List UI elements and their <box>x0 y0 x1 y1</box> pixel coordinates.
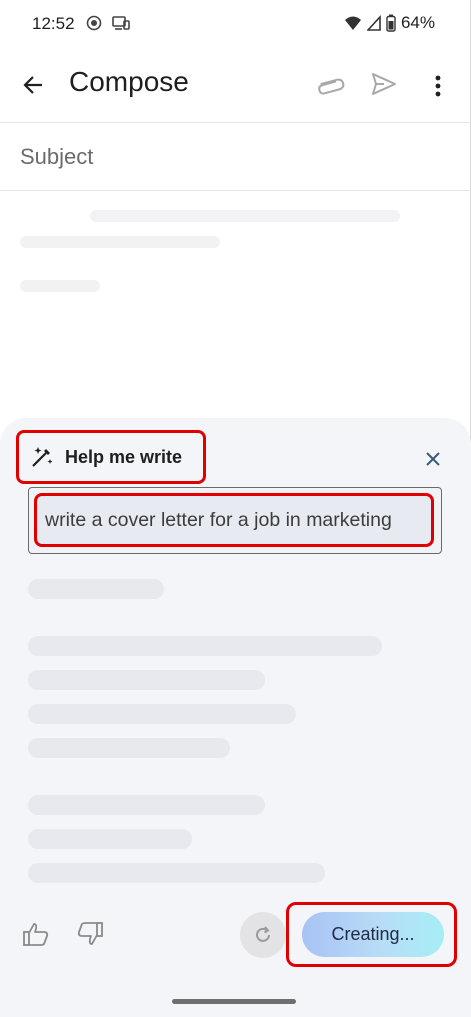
app-bar: Compose <box>0 52 471 116</box>
cast-icon <box>112 16 130 30</box>
status-bar: 12:52 64% <box>0 0 471 48</box>
attach-button[interactable] <box>314 70 346 102</box>
more-vert-icon <box>435 75 441 97</box>
help-me-write-header: Help me write <box>16 430 206 484</box>
skeleton-line <box>28 829 192 849</box>
close-icon <box>426 452 440 466</box>
help-me-write-panel: Help me write write a cover letter for a… <box>0 418 471 1017</box>
thumbs-up-button[interactable] <box>22 920 50 948</box>
refresh-button[interactable] <box>240 912 286 958</box>
prompt-text: write a cover letter for a job in market… <box>45 508 392 531</box>
wifi-icon <box>344 16 361 30</box>
blurred-email-body <box>20 200 440 310</box>
skeleton-line <box>28 670 265 690</box>
battery-icon <box>386 14 396 32</box>
send-button[interactable] <box>370 70 402 102</box>
magic-wand-pen-icon <box>32 447 53 467</box>
status-notification-icons <box>86 15 130 31</box>
creating-highlight: Creating... <box>286 902 457 967</box>
blurred-line <box>20 236 220 248</box>
prompt-input[interactable]: write a cover letter for a job in market… <box>28 487 442 554</box>
skeleton-line <box>28 863 325 883</box>
thumbs-down-button[interactable] <box>76 920 104 948</box>
thumbs-down-icon <box>77 922 103 945</box>
status-time: 12:52 <box>32 14 75 33</box>
divider <box>0 122 471 123</box>
record-icon <box>86 15 102 31</box>
skeleton-line <box>28 579 164 599</box>
close-button[interactable] <box>420 446 446 472</box>
page-title: Compose <box>69 66 189 97</box>
send-icon <box>372 73 396 95</box>
creating-button[interactable]: Creating... <box>302 912 444 957</box>
divider <box>0 190 471 191</box>
help-me-write-label: Help me write <box>65 446 183 467</box>
skeleton-line <box>28 738 230 758</box>
skeleton-line <box>28 636 382 656</box>
signal-icon <box>366 15 381 31</box>
blurred-line <box>90 210 400 222</box>
blurred-line <box>20 280 100 292</box>
screen: 12:52 64% Compose Subject Help me write … <box>0 0 471 1017</box>
status-right: 64% <box>344 13 435 33</box>
navigation-handle[interactable] <box>172 999 296 1004</box>
skeleton-line <box>28 704 296 724</box>
back-arrow-icon <box>23 76 42 94</box>
battery-percent: 64% <box>400 13 435 32</box>
skeleton-line <box>28 795 265 815</box>
subject-field[interactable]: Subject <box>20 144 93 170</box>
refresh-icon <box>256 926 270 942</box>
back-button[interactable] <box>16 68 50 102</box>
thumbs-up-icon <box>23 923 49 946</box>
more-options-button[interactable] <box>426 70 450 102</box>
prompt-highlight: write a cover letter for a job in market… <box>34 493 434 547</box>
paperclip-icon <box>318 78 345 95</box>
